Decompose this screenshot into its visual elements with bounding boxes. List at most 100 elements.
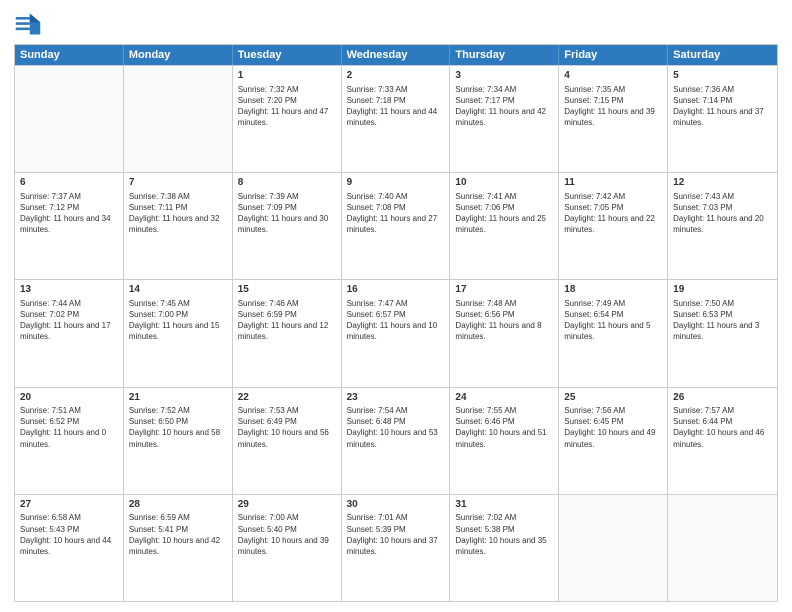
cell-info: Sunrise: 7:41 AMSunset: 7:06 PMDaylight:… [455,191,553,236]
cell-info: Sunrise: 7:02 AMSunset: 5:38 PMDaylight:… [455,512,553,557]
table-row: 31Sunrise: 7:02 AMSunset: 5:38 PMDayligh… [450,495,559,601]
logo-icon [14,10,42,38]
cell-info: Sunrise: 7:43 AMSunset: 7:03 PMDaylight:… [673,191,772,236]
cell-info: Sunrise: 7:49 AMSunset: 6:54 PMDaylight:… [564,298,662,343]
cell-info: Sunrise: 7:50 AMSunset: 6:53 PMDaylight:… [673,298,772,343]
cell-info: Sunrise: 7:51 AMSunset: 6:52 PMDaylight:… [20,405,118,450]
day-header-saturday: Saturday [668,45,777,65]
cell-day-number: 31 [455,498,553,512]
table-row: 19Sunrise: 7:50 AMSunset: 6:53 PMDayligh… [668,280,777,386]
cell-day-number: 30 [347,498,445,512]
day-header-tuesday: Tuesday [233,45,342,65]
cell-day-number: 28 [129,498,227,512]
day-header-monday: Monday [124,45,233,65]
table-row: 7Sunrise: 7:38 AMSunset: 7:11 PMDaylight… [124,173,233,279]
cell-day-number: 24 [455,391,553,405]
cell-info: Sunrise: 7:48 AMSunset: 6:56 PMDaylight:… [455,298,553,343]
day-header-wednesday: Wednesday [342,45,451,65]
table-row [15,66,124,172]
cell-day-number: 14 [129,283,227,297]
cell-day-number: 21 [129,391,227,405]
cell-day-number: 19 [673,283,772,297]
table-row: 20Sunrise: 7:51 AMSunset: 6:52 PMDayligh… [15,388,124,494]
cell-info: Sunrise: 7:36 AMSunset: 7:14 PMDaylight:… [673,84,772,129]
cell-info: Sunrise: 7:42 AMSunset: 7:05 PMDaylight:… [564,191,662,236]
day-header-thursday: Thursday [450,45,559,65]
table-row: 12Sunrise: 7:43 AMSunset: 7:03 PMDayligh… [668,173,777,279]
table-row: 21Sunrise: 7:52 AMSunset: 6:50 PMDayligh… [124,388,233,494]
cell-day-number: 26 [673,391,772,405]
cell-info: Sunrise: 6:58 AMSunset: 5:43 PMDaylight:… [20,512,118,557]
cell-info: Sunrise: 7:40 AMSunset: 7:08 PMDaylight:… [347,191,445,236]
calendar-week-5: 27Sunrise: 6:58 AMSunset: 5:43 PMDayligh… [15,494,777,601]
cell-day-number: 10 [455,176,553,190]
table-row: 24Sunrise: 7:55 AMSunset: 6:46 PMDayligh… [450,388,559,494]
table-row: 30Sunrise: 7:01 AMSunset: 5:39 PMDayligh… [342,495,451,601]
table-row: 8Sunrise: 7:39 AMSunset: 7:09 PMDaylight… [233,173,342,279]
cell-info: Sunrise: 7:54 AMSunset: 6:48 PMDaylight:… [347,405,445,450]
cell-info: Sunrise: 6:59 AMSunset: 5:41 PMDaylight:… [129,512,227,557]
cell-day-number: 9 [347,176,445,190]
day-header-friday: Friday [559,45,668,65]
cell-day-number: 18 [564,283,662,297]
calendar-body: 1Sunrise: 7:32 AMSunset: 7:20 PMDaylight… [15,65,777,601]
cell-info: Sunrise: 7:37 AMSunset: 7:12 PMDaylight:… [20,191,118,236]
cell-day-number: 15 [238,283,336,297]
cell-day-number: 1 [238,69,336,83]
cell-info: Sunrise: 7:52 AMSunset: 6:50 PMDaylight:… [129,405,227,450]
calendar: SundayMondayTuesdayWednesdayThursdayFrid… [14,44,778,602]
cell-info: Sunrise: 7:39 AMSunset: 7:09 PMDaylight:… [238,191,336,236]
cell-info: Sunrise: 7:44 AMSunset: 7:02 PMDaylight:… [20,298,118,343]
cell-info: Sunrise: 7:34 AMSunset: 7:17 PMDaylight:… [455,84,553,129]
cell-day-number: 11 [564,176,662,190]
cell-day-number: 2 [347,69,445,83]
cell-info: Sunrise: 7:47 AMSunset: 6:57 PMDaylight:… [347,298,445,343]
cell-day-number: 4 [564,69,662,83]
cell-day-number: 3 [455,69,553,83]
table-row: 22Sunrise: 7:53 AMSunset: 6:49 PMDayligh… [233,388,342,494]
table-row: 4Sunrise: 7:35 AMSunset: 7:15 PMDaylight… [559,66,668,172]
cell-day-number: 22 [238,391,336,405]
cell-info: Sunrise: 7:32 AMSunset: 7:20 PMDaylight:… [238,84,336,129]
table-row: 18Sunrise: 7:49 AMSunset: 6:54 PMDayligh… [559,280,668,386]
table-row: 27Sunrise: 6:58 AMSunset: 5:43 PMDayligh… [15,495,124,601]
cell-info: Sunrise: 7:45 AMSunset: 7:00 PMDaylight:… [129,298,227,343]
cell-info: Sunrise: 7:56 AMSunset: 6:45 PMDaylight:… [564,405,662,450]
cell-info: Sunrise: 7:57 AMSunset: 6:44 PMDaylight:… [673,405,772,450]
cell-info: Sunrise: 7:00 AMSunset: 5:40 PMDaylight:… [238,512,336,557]
calendar-week-1: 1Sunrise: 7:32 AMSunset: 7:20 PMDaylight… [15,65,777,172]
cell-day-number: 23 [347,391,445,405]
cell-day-number: 8 [238,176,336,190]
table-row: 2Sunrise: 7:33 AMSunset: 7:18 PMDaylight… [342,66,451,172]
cell-info: Sunrise: 7:35 AMSunset: 7:15 PMDaylight:… [564,84,662,129]
table-row [124,66,233,172]
calendar-week-3: 13Sunrise: 7:44 AMSunset: 7:02 PMDayligh… [15,279,777,386]
calendar-week-4: 20Sunrise: 7:51 AMSunset: 6:52 PMDayligh… [15,387,777,494]
logo [14,10,46,38]
table-row: 1Sunrise: 7:32 AMSunset: 7:20 PMDaylight… [233,66,342,172]
table-row: 10Sunrise: 7:41 AMSunset: 7:06 PMDayligh… [450,173,559,279]
cell-info: Sunrise: 7:33 AMSunset: 7:18 PMDaylight:… [347,84,445,129]
table-row [559,495,668,601]
cell-day-number: 20 [20,391,118,405]
table-row: 17Sunrise: 7:48 AMSunset: 6:56 PMDayligh… [450,280,559,386]
cell-day-number: 27 [20,498,118,512]
table-row: 26Sunrise: 7:57 AMSunset: 6:44 PMDayligh… [668,388,777,494]
table-row: 16Sunrise: 7:47 AMSunset: 6:57 PMDayligh… [342,280,451,386]
table-row: 13Sunrise: 7:44 AMSunset: 7:02 PMDayligh… [15,280,124,386]
table-row: 25Sunrise: 7:56 AMSunset: 6:45 PMDayligh… [559,388,668,494]
cell-info: Sunrise: 7:46 AMSunset: 6:59 PMDaylight:… [238,298,336,343]
table-row: 3Sunrise: 7:34 AMSunset: 7:17 PMDaylight… [450,66,559,172]
cell-day-number: 17 [455,283,553,297]
table-row: 11Sunrise: 7:42 AMSunset: 7:05 PMDayligh… [559,173,668,279]
cell-day-number: 16 [347,283,445,297]
table-row: 5Sunrise: 7:36 AMSunset: 7:14 PMDaylight… [668,66,777,172]
table-row: 14Sunrise: 7:45 AMSunset: 7:00 PMDayligh… [124,280,233,386]
cell-day-number: 6 [20,176,118,190]
cell-day-number: 12 [673,176,772,190]
cell-info: Sunrise: 7:38 AMSunset: 7:11 PMDaylight:… [129,191,227,236]
table-row: 9Sunrise: 7:40 AMSunset: 7:08 PMDaylight… [342,173,451,279]
cell-day-number: 5 [673,69,772,83]
table-row: 6Sunrise: 7:37 AMSunset: 7:12 PMDaylight… [15,173,124,279]
cell-day-number: 7 [129,176,227,190]
